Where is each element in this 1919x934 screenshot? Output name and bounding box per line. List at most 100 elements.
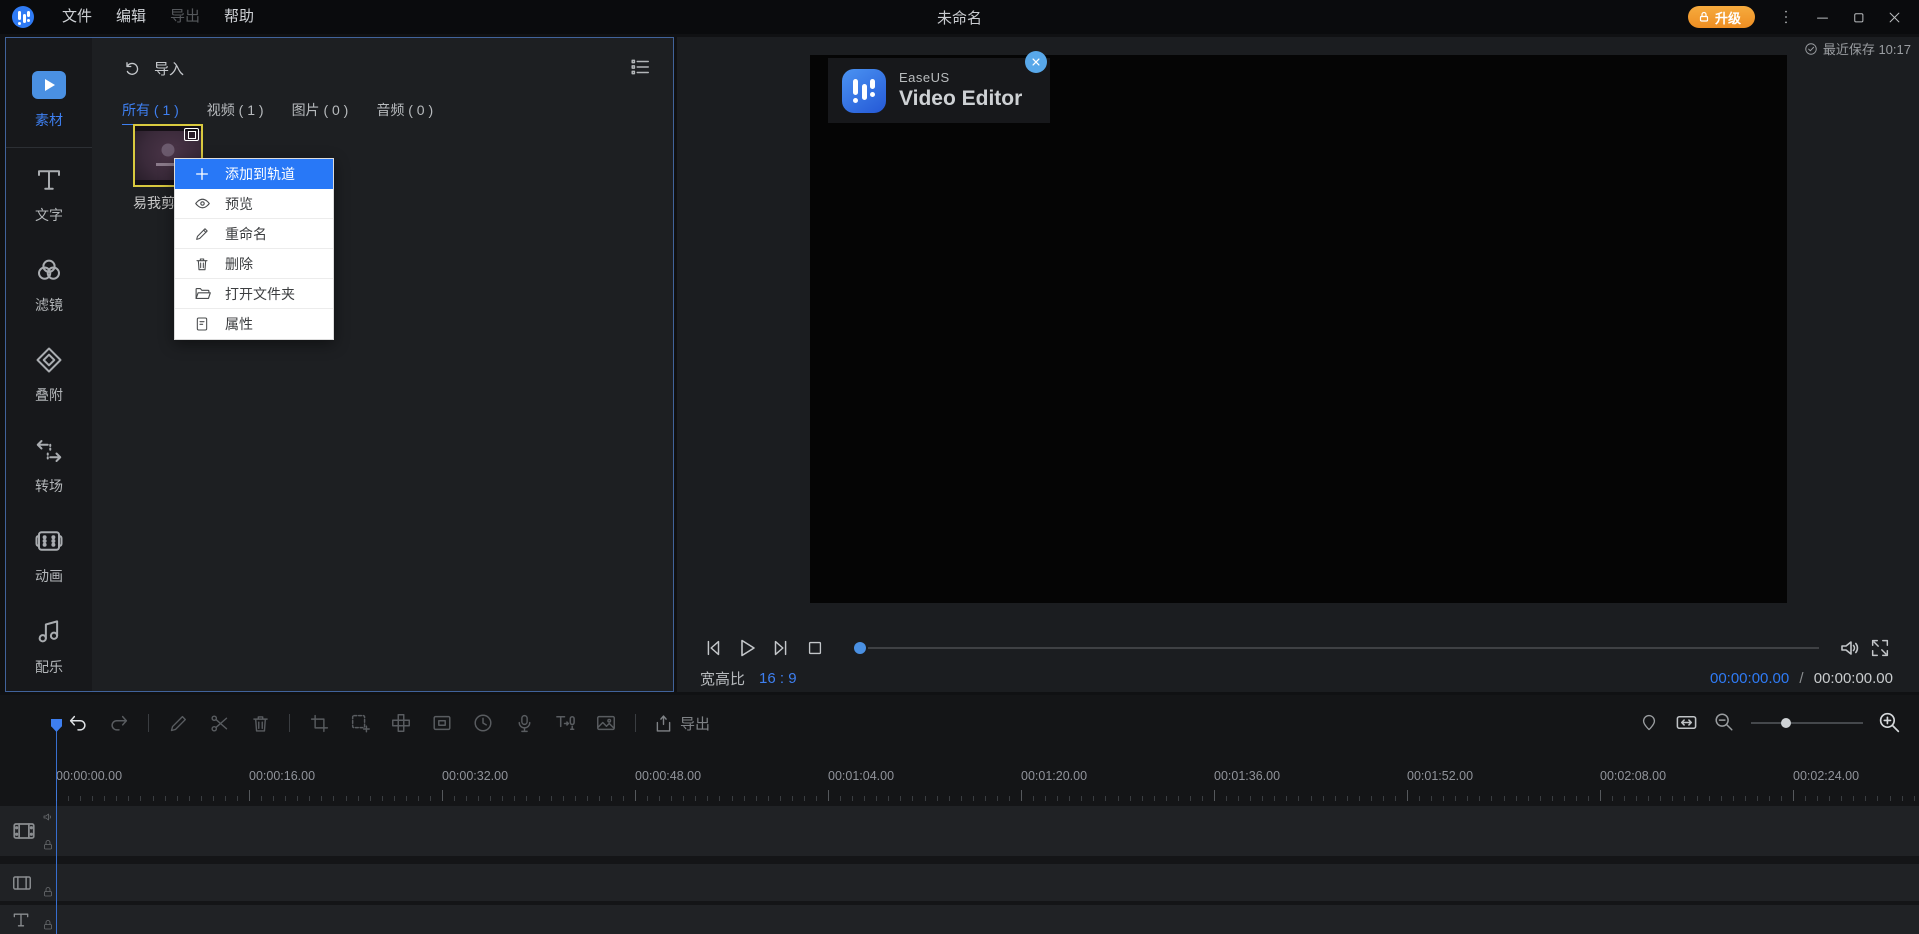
preview-panel: 最近保存 10:17 EaseUS Video Editor 宽高比 16: … — [677, 37, 1919, 692]
maximize-button[interactable] — [1843, 2, 1873, 32]
delete-button[interactable] — [248, 711, 272, 735]
edit-button[interactable] — [166, 711, 190, 735]
track-lock-icon[interactable] — [42, 886, 54, 898]
next-frame-button[interactable] — [768, 635, 794, 661]
sidebar-item-animation[interactable]: 动画 — [6, 510, 92, 600]
mosaic-button[interactable] — [389, 711, 413, 735]
seek-handle[interactable] — [854, 642, 866, 654]
sidebar-item-music[interactable]: 配乐 — [6, 601, 92, 691]
split-button[interactable] — [207, 711, 231, 735]
video-track-2[interactable] — [0, 864, 1919, 901]
overlay-icon — [32, 343, 66, 377]
timeline-ruler[interactable]: 00:00:00.00 00:00:16.00 00:00:32.00 00:0… — [0, 763, 1919, 803]
tab-audio[interactable]: 音频 ( 0 ) — [376, 100, 433, 125]
zoom-out-button[interactable] — [1713, 711, 1737, 735]
current-time: 00:00:00.00 — [1709, 669, 1790, 687]
titlebar: 文件 编辑 导出 帮助 未命名 升级 — [0, 0, 1919, 34]
context-item-label: 预览 — [225, 195, 253, 212]
zoom-slider-handle[interactable] — [1781, 718, 1791, 728]
last-saved-status: 最近保存 10:17 — [1804, 39, 1911, 58]
filter-icon — [32, 253, 66, 287]
watermark-close-button[interactable] — [1025, 51, 1047, 73]
trash-icon — [193, 255, 211, 273]
volume-button[interactable] — [1837, 635, 1863, 661]
text-track[interactable] — [0, 905, 1919, 934]
menu-edit[interactable]: 编辑 — [104, 0, 158, 34]
track-lock-icon[interactable] — [42, 919, 54, 931]
menu-file[interactable]: 文件 — [50, 0, 104, 34]
sidebar-item-transition[interactable]: 转场 — [6, 420, 92, 510]
film-track-icon — [11, 818, 37, 844]
crop-button[interactable] — [307, 711, 331, 735]
context-item-open-folder[interactable]: 打开文件夹 — [175, 279, 333, 309]
video-track-1[interactable] — [0, 806, 1919, 856]
aspect-value[interactable]: 16 : 9 — [759, 670, 797, 687]
redo-button[interactable] — [107, 711, 131, 735]
document-title: 未命名 — [936, 9, 983, 27]
ruler-label: 00:02:24.00 — [1793, 769, 1860, 783]
list-view-icon — [631, 59, 649, 75]
sidebar-label: 转场 — [35, 477, 63, 494]
upgrade-label: 升级 — [1714, 10, 1741, 26]
context-item-preview[interactable]: 预览 — [175, 189, 333, 219]
film-track-icon — [11, 872, 33, 894]
list-view-toggle[interactable] — [629, 56, 651, 78]
timeline-zoom-slider[interactable] — [1751, 718, 1863, 728]
more-options-icon[interactable] — [1771, 2, 1801, 32]
snapshot-button[interactable] — [594, 711, 618, 735]
text-icon — [32, 163, 66, 197]
last-saved-label: 最近保存 10:17 — [1822, 42, 1911, 57]
marker-button[interactable] — [1639, 712, 1661, 734]
app-window: 文件 编辑 导出 帮助 未命名 升级 素材 文字 滤镜 叠附 转场 动画 配乐 … — [0, 0, 1919, 934]
ruler-label: 00:00:32.00 — [442, 769, 509, 783]
context-menu: 添加到轨道 预览 重命名 删除 打开文件夹 属性 — [174, 158, 334, 340]
previous-frame-button[interactable] — [700, 635, 726, 661]
duration-button[interactable] — [471, 711, 495, 735]
video-track-1-header — [0, 806, 57, 856]
fullscreen-button[interactable] — [1867, 635, 1893, 661]
freeze-frame-button[interactable] — [348, 711, 372, 735]
tab-video[interactable]: 视频 ( 1 ) — [207, 100, 264, 125]
undo-button[interactable] — [66, 711, 90, 735]
context-item-add-to-track[interactable]: 添加到轨道 — [175, 159, 333, 189]
ruler-label: 00:01:36.00 — [1214, 769, 1281, 783]
folder-icon — [193, 285, 211, 303]
timeline-panel: 导出 00:00:00.00 00:00:16.00 00:00:32.00 0… — [0, 695, 1919, 934]
minimize-button[interactable] — [1807, 2, 1837, 32]
zoom-region-button[interactable] — [430, 711, 454, 735]
import-button[interactable]: 导入 — [122, 58, 184, 79]
stop-button[interactable] — [802, 635, 828, 661]
export-icon — [656, 714, 671, 732]
upgrade-button[interactable]: 升级 — [1687, 6, 1755, 28]
fit-timeline-button[interactable] — [1675, 711, 1699, 735]
music-icon — [32, 615, 66, 649]
animation-icon — [32, 524, 66, 558]
context-item-delete[interactable]: 删除 — [175, 249, 333, 279]
play-button[interactable] — [734, 635, 760, 661]
text-to-speech-button[interactable] — [553, 711, 577, 735]
sidebar-item-filter[interactable]: 滤镜 — [6, 239, 92, 329]
track-lock-icon[interactable] — [42, 839, 54, 851]
sidebar-item-media[interactable]: 素材 — [6, 50, 92, 149]
tab-all[interactable]: 所有 ( 1 ) — [122, 100, 179, 125]
tab-image[interactable]: 图片 ( 0 ) — [292, 100, 349, 125]
watermark-banner: EaseUS Video Editor — [828, 51, 1050, 123]
export-button[interactable]: 导出 — [653, 713, 710, 734]
ruler-label: 00:01:20.00 — [1021, 769, 1088, 783]
time-separator: / — [1799, 669, 1804, 687]
voiceover-button[interactable] — [512, 711, 536, 735]
ruler-label: 00:00:48.00 — [635, 769, 702, 783]
close-button[interactable] — [1879, 2, 1909, 32]
context-item-properties[interactable]: 属性 — [175, 309, 333, 339]
add-to-track-corner-icon[interactable] — [184, 128, 199, 141]
sidebar-item-overlay[interactable]: 叠附 — [6, 329, 92, 419]
seek-track[interactable] — [868, 647, 1819, 649]
zoom-in-button[interactable] — [1877, 710, 1903, 736]
track-mute-icon[interactable] — [42, 811, 54, 823]
context-item-rename[interactable]: 重命名 — [175, 219, 333, 249]
import-label: 导入 — [154, 61, 185, 78]
menu-help[interactable]: 帮助 — [212, 0, 266, 34]
sidebar-item-text[interactable]: 文字 — [6, 148, 92, 238]
timeline-zoom-controls — [1639, 709, 1903, 737]
pencil-icon — [193, 225, 211, 243]
